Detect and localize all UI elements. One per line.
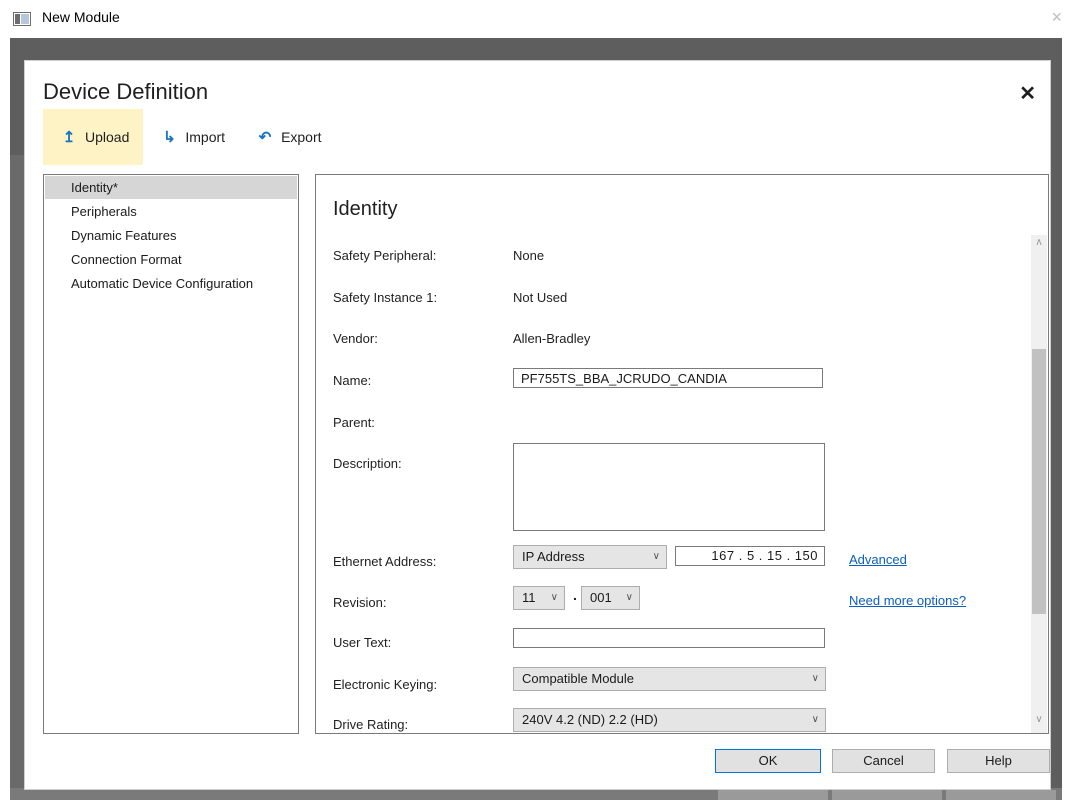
export-button[interactable]: ↶ Export: [239, 109, 335, 165]
upload-label: Upload: [85, 129, 130, 145]
export-label: Export: [281, 129, 322, 145]
category-nav: Identity* Peripherals Dynamic Features C…: [43, 174, 299, 734]
scroll-up-icon[interactable]: ∧: [1031, 237, 1047, 253]
dialog-title: Device Definition: [43, 79, 209, 104]
electronic-keying-value: Compatible Module: [522, 671, 635, 686]
drive-rating-label: Drive Rating:: [333, 717, 409, 732]
chevron-down-icon: ∨: [811, 714, 819, 725]
chevron-down-icon: ∨: [550, 592, 558, 603]
ok-button[interactable]: OK: [715, 749, 821, 773]
window-titlebar: New Module ×: [0, 0, 1072, 38]
panel-title: Identity: [333, 198, 398, 220]
background-button: [946, 790, 1056, 800]
description-label: Description:: [333, 456, 402, 471]
ethernet-type-value: IP Address: [522, 549, 585, 564]
chevron-down-icon: ∨: [652, 551, 660, 562]
revision-major-select[interactable]: 11 ∨: [513, 586, 565, 610]
overlay-edge: [10, 155, 24, 800]
chevron-down-icon: ∨: [625, 592, 633, 603]
upload-button[interactable]: ↥ Upload: [43, 109, 144, 165]
safety-instance-value: Not Used: [513, 290, 568, 305]
nav-item-connection-format[interactable]: Connection Format: [45, 248, 297, 271]
electronic-keying-label: Electronic Keying:: [333, 677, 438, 692]
electronic-keying-select[interactable]: Compatible Module ∨: [513, 667, 826, 691]
dialog-toolbar: ↥ Upload ↳ Import ↶ Export: [43, 109, 336, 165]
revision-label: Revision:: [333, 595, 387, 610]
scroll-down-icon[interactable]: ∨: [1031, 714, 1047, 730]
help-button[interactable]: Help: [947, 749, 1050, 773]
user-text-label: User Text:: [333, 635, 392, 650]
safety-peripheral-value: None: [513, 248, 545, 263]
nav-item-dynamic-features[interactable]: Dynamic Features: [45, 224, 297, 247]
device-definition-dialog: Device Definition ✕ ↥ Upload ↳ Import ↶ …: [24, 60, 1051, 790]
name-label: Name:: [333, 373, 372, 388]
import-icon: ↳: [163, 129, 176, 146]
revision-minor-select[interactable]: 001 ∨: [581, 586, 640, 610]
safety-peripheral-label: Safety Peripheral:: [333, 248, 437, 263]
dialog-close-icon[interactable]: ✕: [1019, 81, 1036, 106]
ethernet-type-select[interactable]: IP Address ∨: [513, 545, 667, 569]
vendor-value: Allen-Bradley: [513, 331, 591, 346]
revision-minor-value: 001: [590, 590, 612, 605]
import-label: Import: [185, 129, 226, 145]
import-button[interactable]: ↳ Import: [143, 109, 239, 165]
user-text-input[interactable]: [513, 628, 825, 648]
drive-rating-value: 240V 4.2 (ND) 2.2 (HD): [522, 712, 658, 727]
nav-item-identity[interactable]: Identity*: [45, 176, 297, 199]
window-close-icon[interactable]: ×: [1051, 6, 1062, 28]
advanced-link[interactable]: Advanced: [849, 552, 907, 567]
cancel-button[interactable]: Cancel: [832, 749, 935, 773]
need-more-options-link[interactable]: Need more options?: [849, 593, 966, 608]
ip-address-input[interactable]: 167 . 5 . 15 . 150: [675, 546, 825, 566]
nav-item-automatic-device-configuration[interactable]: Automatic Device Configuration: [45, 272, 297, 295]
identity-panel: Identity Safety Peripheral: None Safety …: [315, 174, 1049, 734]
drive-rating-select[interactable]: 240V 4.2 (ND) 2.2 (HD) ∨: [513, 708, 826, 732]
background-button: [832, 790, 942, 800]
revision-major-value: 11: [522, 590, 536, 605]
upload-icon: ↥: [62, 129, 76, 146]
scrollbar-thumb[interactable]: [1032, 349, 1046, 614]
nav-item-peripherals[interactable]: Peripherals: [45, 200, 297, 223]
ethernet-address-label: Ethernet Address:: [333, 554, 437, 569]
window-title: New Module: [42, 9, 120, 25]
parent-label: Parent:: [333, 415, 375, 430]
background-button: [718, 790, 828, 800]
vendor-label: Vendor:: [333, 331, 378, 346]
app-window-icon: [13, 12, 31, 26]
export-icon: ↶: [258, 129, 272, 146]
revision-separator: .: [573, 587, 577, 603]
description-textarea[interactable]: [513, 443, 825, 531]
name-input[interactable]: PF755TS_BBA_JCRUDO_CANDIA: [513, 368, 823, 388]
safety-instance-label: Safety Instance 1:: [333, 290, 438, 305]
chevron-down-icon: ∨: [811, 673, 819, 684]
